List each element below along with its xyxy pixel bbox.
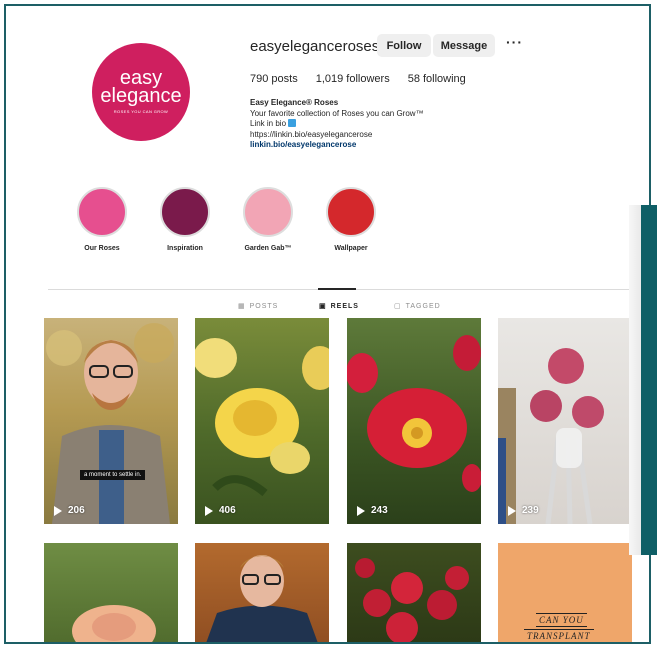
following-count[interactable]: 58 following xyxy=(408,73,466,85)
highlight-wallpaper[interactable]: Wallpaper xyxy=(326,187,376,252)
down-arrow-icon xyxy=(288,119,297,127)
reel-views: 243 xyxy=(357,505,388,516)
highlight-garden-gab-cover xyxy=(243,187,293,237)
follow-button[interactable]: Follow xyxy=(377,34,431,57)
followers-count[interactable]: 1,019 followers xyxy=(316,73,390,85)
reel-tile[interactable] xyxy=(195,543,329,642)
reel-view-count: 239 xyxy=(522,505,539,516)
play-icon xyxy=(357,505,365,516)
highlight-garden-gab[interactable]: Garden Gab™ xyxy=(243,187,293,252)
reel-views: 239 xyxy=(508,505,539,516)
reel-view-count: 206 xyxy=(68,505,85,516)
tile-text-can-you: CAN YOU xyxy=(536,613,587,627)
man-portrait-image-2 xyxy=(206,555,318,642)
highlight-inspiration-cover xyxy=(160,187,210,237)
reel-tile[interactable] xyxy=(347,543,481,642)
tab-reels-label: REELS xyxy=(330,302,359,310)
bio-tagline: Your favorite collection of Roses you ca… xyxy=(250,108,424,118)
side-accent-bar xyxy=(641,205,657,555)
profile-bio: Easy Elegance® Roses Your favorite colle… xyxy=(250,98,424,151)
highlight-wallpaper-cover xyxy=(326,187,376,237)
profile-username: easyeleganceroses xyxy=(250,38,380,55)
reel-tile[interactable]: a moment to settle in. 206 xyxy=(44,318,178,524)
posts-count: 790 posts xyxy=(250,73,298,85)
more-options-icon[interactable]: ··· xyxy=(506,34,523,50)
bio-link-in-bio: Link in bio xyxy=(250,119,424,130)
photo-edge xyxy=(629,205,641,555)
bio-url: https://linkin.bio/easyelegancerose xyxy=(250,129,373,139)
roses-in-vase-image xyxy=(498,348,604,524)
reel-tile[interactable]: CAN YOU TRANSPLANT xyxy=(498,543,632,642)
reel-view-count: 406 xyxy=(219,505,236,516)
yellow-rose-image xyxy=(195,338,329,497)
tab-reels[interactable]: ▣ REELS xyxy=(319,302,359,311)
avatar-tagline: ROSES YOU CAN GROW xyxy=(113,109,169,114)
tagged-icon: ▢ xyxy=(394,303,402,310)
reel-views: 406 xyxy=(205,505,236,516)
grid-icon: ▦ xyxy=(238,303,246,310)
bio-website-link[interactable]: linkin.bio/easyelegancerose xyxy=(250,140,424,151)
play-icon xyxy=(508,505,516,516)
highlight-wallpaper-label: Wallpaper xyxy=(334,245,368,252)
reel-view-count: 243 xyxy=(371,505,388,516)
avatar-text-elegance: elegance xyxy=(100,85,182,107)
reel-tile[interactable]: 406 xyxy=(195,318,329,524)
tab-tagged[interactable]: ▢ TAGGED xyxy=(394,302,441,311)
reel-tile[interactable] xyxy=(44,543,178,642)
reel-caption: a moment to settle in. xyxy=(80,470,146,480)
tile-text-transplant: TRANSPLANT xyxy=(524,629,594,642)
pink-rose-image xyxy=(72,605,156,642)
reel-views: 206 xyxy=(54,505,85,516)
reel-tile[interactable]: 243 xyxy=(347,318,481,524)
highlight-garden-gab-label: Garden Gab™ xyxy=(244,245,292,252)
play-icon xyxy=(205,505,213,516)
reels-icon: ▣ xyxy=(319,303,327,310)
reel-tile[interactable]: 239 xyxy=(498,318,632,524)
tab-posts[interactable]: ▦ POSTS xyxy=(238,302,279,311)
message-button[interactable]: Message xyxy=(433,34,495,57)
profile-stats: 790 posts 1,019 followers 58 following xyxy=(250,73,466,85)
tab-posts-label: POSTS xyxy=(249,302,279,310)
profile-avatar[interactable]: easy elegance ROSES YOU CAN GROW xyxy=(92,43,190,141)
tab-tagged-label: TAGGED xyxy=(405,302,441,310)
highlight-our-roses[interactable]: Our Roses xyxy=(77,187,127,252)
highlight-inspiration[interactable]: Inspiration xyxy=(160,187,210,252)
bio-link-in-bio-text: Link in bio xyxy=(250,119,287,128)
red-rose-image xyxy=(347,335,481,492)
bio-name: Easy Elegance® Roses xyxy=(250,98,339,107)
man-portrait-image xyxy=(46,323,174,524)
highlight-inspiration-label: Inspiration xyxy=(167,245,203,252)
highlight-our-roses-label: Our Roses xyxy=(84,245,120,252)
red-roses-cluster-image xyxy=(355,558,469,642)
screenshot-frame: easy elegance ROSES YOU CAN GROW easyele… xyxy=(4,4,651,644)
highlight-our-roses-cover xyxy=(77,187,127,237)
play-icon xyxy=(54,505,62,516)
active-tab-indicator xyxy=(318,288,356,290)
